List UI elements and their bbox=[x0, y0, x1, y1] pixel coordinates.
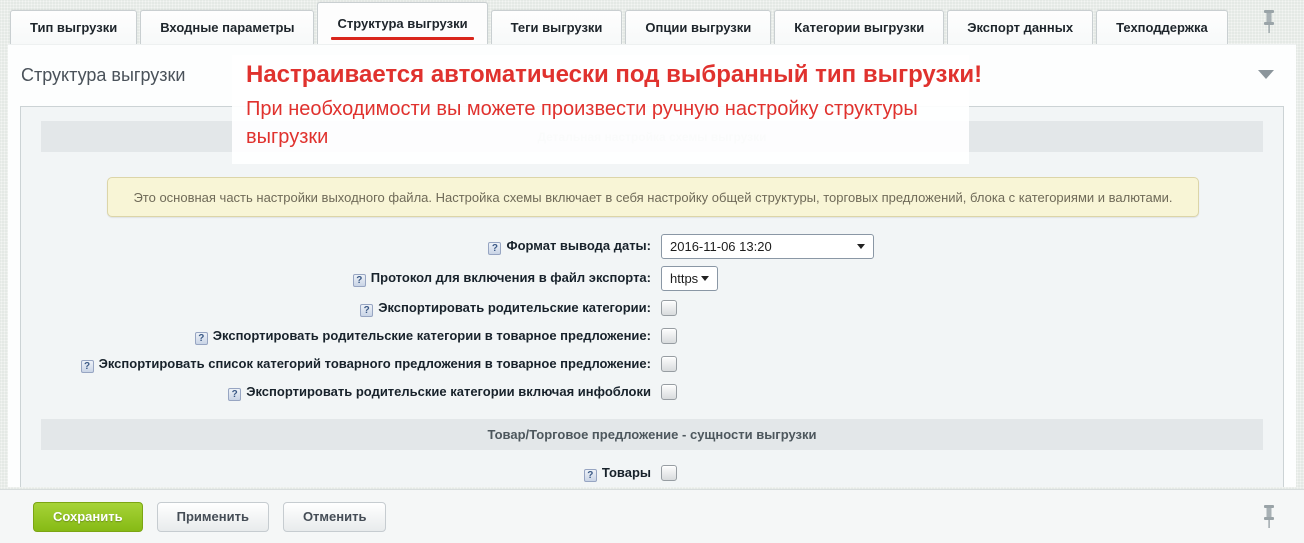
field-row-export-cat-list-offer: ? Экспортировать список категорий товарно… bbox=[21, 353, 1283, 375]
page: Тип выгрузки Входные параметры Структура… bbox=[0, 0, 1304, 543]
info-box: Это основная часть настройки выходного ф… bbox=[107, 177, 1199, 217]
tab-export-structure[interactable]: Структура выгрузки bbox=[317, 2, 487, 44]
protocol-select[interactable]: https bbox=[661, 266, 718, 291]
date-format-label: Формат вывода даты: bbox=[506, 238, 651, 253]
products-checkbox[interactable] bbox=[661, 465, 677, 481]
tab-support[interactable]: Техподдержка bbox=[1096, 10, 1228, 44]
save-button[interactable]: Сохранить bbox=[33, 502, 143, 532]
chevron-down-icon[interactable] bbox=[1258, 70, 1274, 79]
help-icon[interactable]: ? bbox=[195, 332, 208, 345]
footer-bar: Сохранить Применить Отменить bbox=[0, 489, 1304, 543]
help-icon[interactable]: ? bbox=[584, 469, 597, 482]
help-icon[interactable]: ? bbox=[488, 242, 501, 255]
page-title: Структура выгрузки bbox=[21, 65, 185, 86]
tab-bar: Тип выгрузки Входные параметры Структура… bbox=[0, 0, 1304, 44]
field-row-export-parent-cats: ? Экспортировать родительские категории: bbox=[21, 297, 1283, 319]
checkbox-label: Товары bbox=[602, 465, 651, 480]
export-category-list-to-offer-checkbox[interactable] bbox=[661, 356, 677, 372]
export-parent-categories-to-offer-checkbox[interactable] bbox=[661, 328, 677, 344]
field-label: ? Товары bbox=[21, 465, 651, 482]
warning-line-2: При необходимости вы можете произвести р… bbox=[246, 95, 946, 151]
field-label: ? Экспортировать список категорий товарно… bbox=[21, 356, 651, 373]
apply-button[interactable]: Применить bbox=[157, 502, 269, 532]
protocol-label: Протокол для включения в файл экспорта: bbox=[371, 270, 651, 285]
protocol-value: https bbox=[670, 271, 698, 286]
field-label: ? Экспортировать родительские категории в… bbox=[21, 384, 651, 401]
field-label: ? Протокол для включения в файл экспорта: bbox=[21, 270, 651, 287]
section-header-entities: Товар/Торговое предложение - сущности вы… bbox=[41, 419, 1263, 450]
tab-export-options[interactable]: Опции выгрузки bbox=[625, 10, 771, 44]
pushpin-icon[interactable] bbox=[1260, 503, 1278, 529]
warning-line-1: Настраивается автоматически под выбранны… bbox=[246, 58, 969, 91]
field-row-export-parent-cats-offer: ? Экспортировать родительские категории в… bbox=[21, 325, 1283, 347]
general-settings: ? Формат вывода даты: 2016-11-06 13:20 ? П… bbox=[21, 233, 1283, 403]
date-format-select[interactable]: 2016-11-06 13:20 bbox=[661, 234, 874, 259]
tab-input-params[interactable]: Входные параметры bbox=[140, 10, 314, 44]
tab-export-type[interactable]: Тип выгрузки bbox=[10, 10, 137, 44]
tab-export-tags[interactable]: Теги выгрузки bbox=[491, 10, 623, 44]
field-row-products: ? Товары bbox=[21, 462, 1283, 484]
select-arrow-icon bbox=[857, 244, 865, 249]
export-parent-categories-incl-iblocks-checkbox[interactable] bbox=[661, 384, 677, 400]
help-icon[interactable]: ? bbox=[353, 274, 366, 287]
checkbox-label: Экспортировать список категорий товарног… bbox=[99, 356, 651, 371]
cancel-button[interactable]: Отменить bbox=[283, 502, 387, 532]
pushpin-icon[interactable] bbox=[1260, 8, 1278, 34]
checkbox-label: Экспортировать родительские категории в … bbox=[213, 328, 651, 343]
field-label: ? Экспортировать родительские категории: bbox=[21, 300, 651, 317]
checkbox-label: Экспортировать родительские категории вк… bbox=[246, 384, 651, 399]
field-label: ? Формат вывода даты: bbox=[21, 238, 651, 255]
tab-export-categories[interactable]: Категории выгрузки bbox=[774, 10, 944, 44]
tab-data-export[interactable]: Экспорт данных bbox=[947, 10, 1093, 44]
help-icon[interactable]: ? bbox=[81, 360, 94, 373]
field-label: ? Экспортировать родительские категории в… bbox=[21, 328, 651, 345]
date-format-value: 2016-11-06 13:20 bbox=[670, 239, 772, 254]
select-arrow-icon bbox=[701, 276, 709, 281]
checkbox-label: Экспортировать родительские категории: bbox=[378, 300, 651, 315]
export-parent-categories-checkbox[interactable] bbox=[661, 300, 677, 316]
field-row-export-parent-cats-iblocks: ? Экспортировать родительские категории в… bbox=[21, 381, 1283, 403]
help-icon[interactable]: ? bbox=[228, 388, 241, 401]
entity-settings: ?Товары ?Товары с элементами торговых пр… bbox=[21, 462, 1283, 487]
auto-config-warning: Настраивается автоматически под выбранны… bbox=[232, 55, 969, 164]
field-row-protocol: ? Протокол для включения в файл экспорта:… bbox=[21, 265, 1283, 291]
field-row-date-format: ? Формат вывода даты: 2016-11-06 13:20 bbox=[21, 233, 1283, 259]
help-icon[interactable]: ? bbox=[360, 304, 373, 317]
